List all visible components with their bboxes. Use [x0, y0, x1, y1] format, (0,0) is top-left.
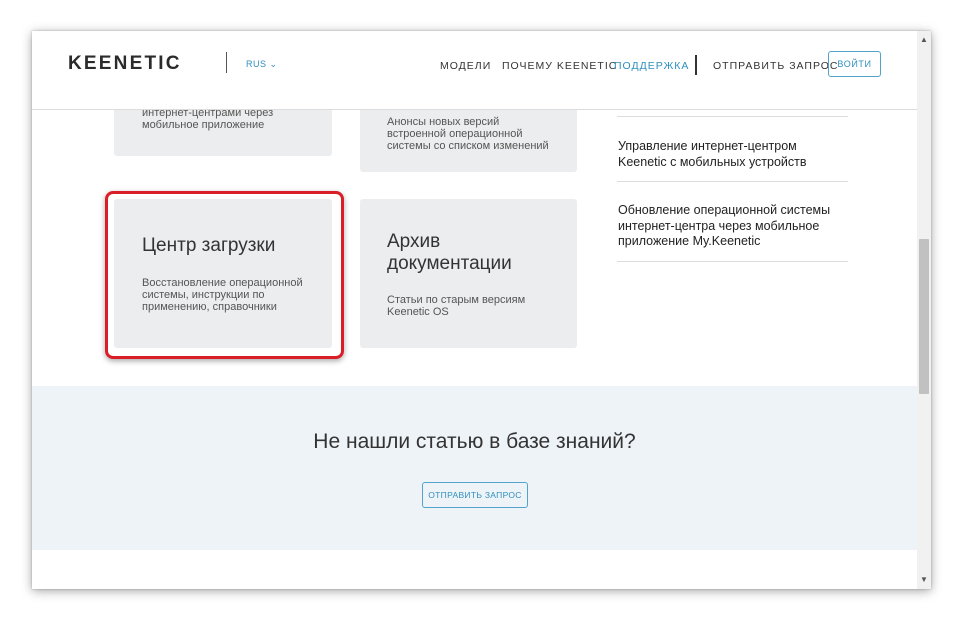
card-title-line: Архив [387, 231, 441, 252]
feedback-title: Не нашли статью в базе знаний? [313, 430, 636, 453]
feedback-section [32, 386, 917, 550]
article-link-mobile[interactable]: Управление интернет-центром Keenetic с м… [618, 139, 858, 170]
card-desc: Статьи по старым версиям Keenetic OS [387, 294, 525, 318]
divider [617, 116, 848, 117]
card-desc-line: Анонсы новых версий [387, 116, 500, 128]
header-divider-bold [695, 55, 697, 75]
card-desc-line: Keenetic OS [387, 306, 449, 318]
header-divider [226, 52, 227, 73]
card-desc: Анонсы новых версий встроенной операцион… [387, 116, 549, 152]
card-desc: интернет-центрами через мобильное прилож… [142, 107, 273, 131]
highlight-frame [105, 191, 344, 359]
article-line: Управление интернет-центром [618, 139, 797, 153]
login-button[interactable]: ВОЙТИ [828, 51, 881, 77]
article-line: Обновление операционной системы [618, 203, 831, 217]
chevron-down-icon: ⌄ [269, 59, 278, 69]
language-selector[interactable]: RUS ⌄ [246, 59, 278, 70]
article-line: приложение My.Keenetic [618, 234, 761, 248]
nav-models[interactable]: МОДЕЛИ [440, 60, 491, 72]
divider [617, 181, 848, 182]
language-label: RUS [246, 59, 267, 69]
article-line: интернет-центра через мобильное [618, 218, 820, 233]
article-line: Keenetic с мобильных устройств [618, 154, 807, 169]
divider [617, 261, 848, 262]
card-title: Архив документации [387, 231, 512, 275]
card-desc-line: системы со списком изменений [387, 140, 549, 152]
nav-why-keenetic[interactable]: ПОЧЕМУ KEENETIC [502, 60, 617, 72]
card-desc-line: мобильное приложение [142, 119, 265, 131]
page-viewport: KEENETIC RUS ⌄ МОДЕЛИ ПОЧЕМУ KEENETIC ПОД… [32, 31, 917, 589]
site-header: KEENETIC RUS ⌄ МОДЕЛИ ПОЧЕМУ KEENETIC ПОД… [32, 31, 917, 110]
article-link-os-update[interactable]: Обновление операционной системы интернет… [618, 203, 858, 250]
card-documentation-archive[interactable]: Архив документации Статьи по старым верс… [360, 199, 577, 348]
card-desc-line: Статьи по старым версиям [387, 294, 526, 306]
scrollbar-thumb[interactable] [919, 239, 929, 394]
nav-support[interactable]: ПОДДЕРЖКА [614, 60, 689, 72]
card-title-line: документации [387, 253, 512, 274]
card-desc-line: встроенной операционной [387, 128, 523, 140]
keenetic-logo[interactable]: KEENETIC [68, 53, 182, 75]
browser-window: KEENETIC RUS ⌄ МОДЕЛИ ПОЧЕМУ KEENETIC ПОД… [32, 31, 931, 589]
nav-send-request[interactable]: ОТПРАВИТЬ ЗАПРОС [713, 60, 839, 72]
scroll-down-icon[interactable]: ▼ [917, 573, 931, 587]
vertical-scrollbar[interactable]: ▲ ▼ [917, 31, 931, 589]
scroll-up-icon[interactable]: ▲ [917, 33, 931, 47]
send-request-button[interactable]: ОТПРАВИТЬ ЗАПРОС [422, 482, 528, 508]
